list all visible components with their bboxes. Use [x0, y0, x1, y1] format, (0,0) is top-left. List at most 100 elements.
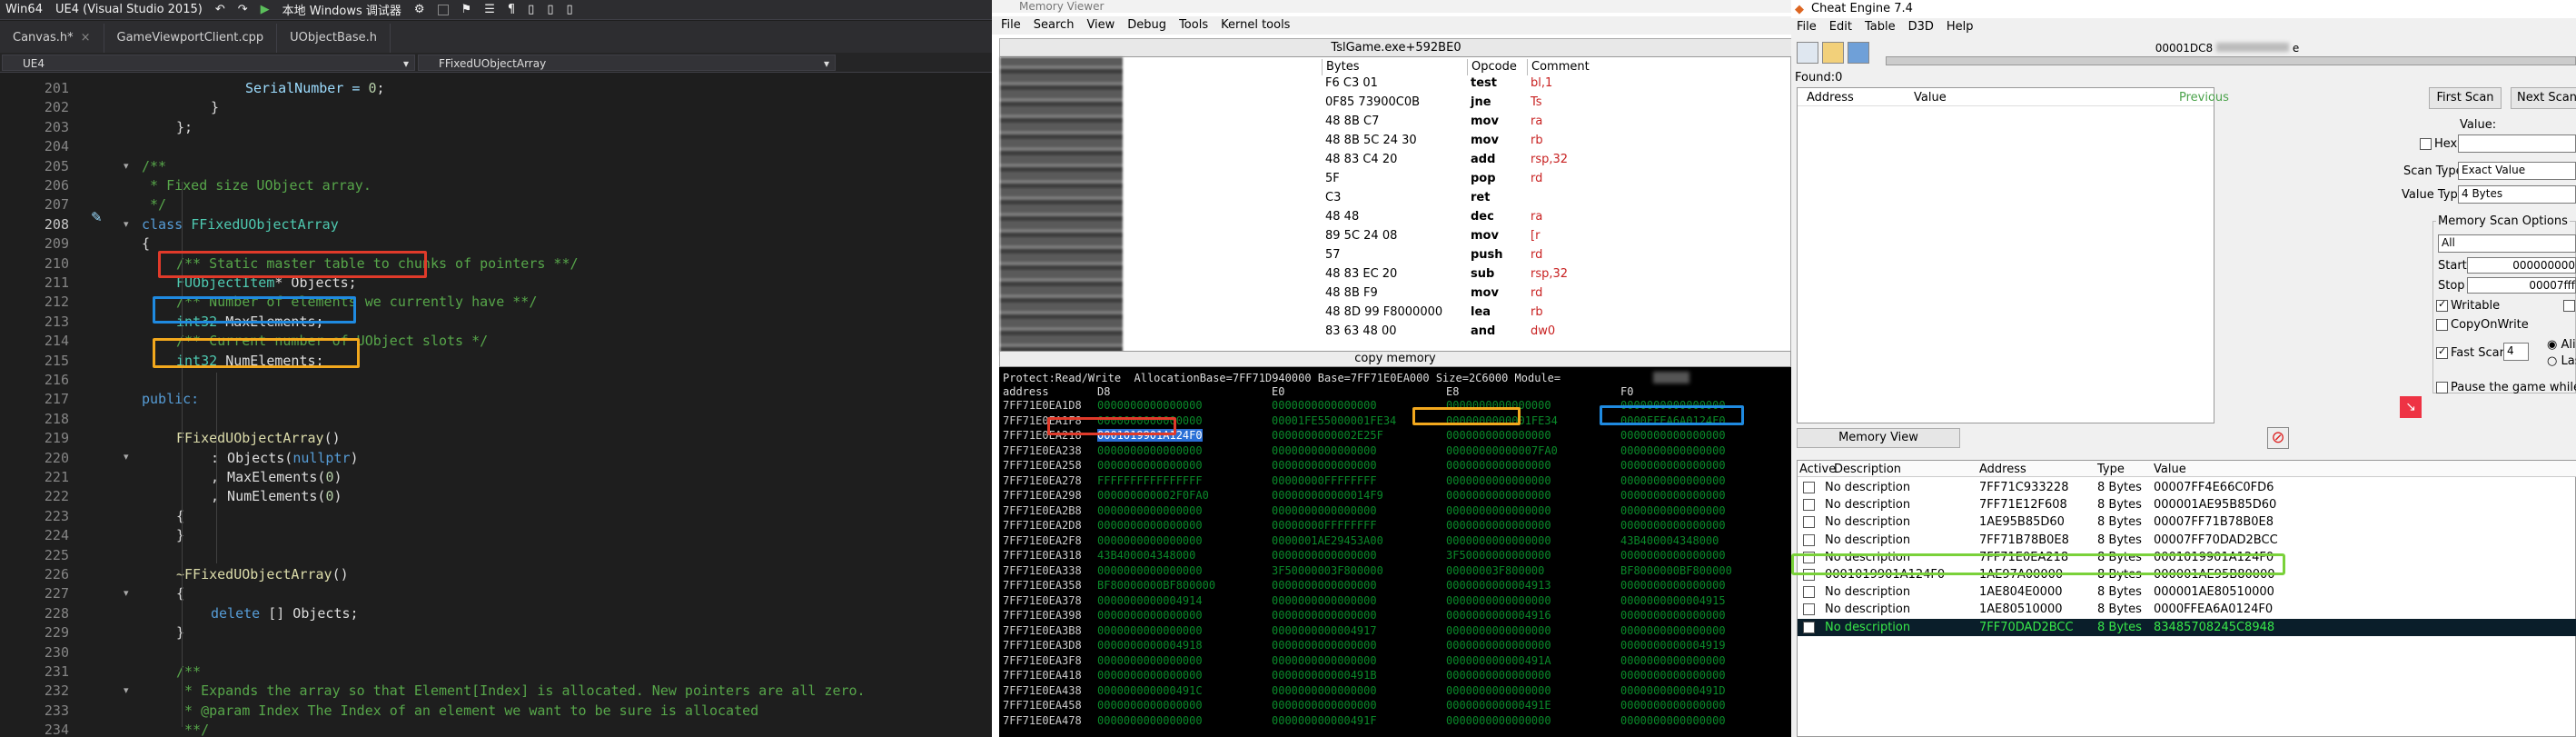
hex-value[interactable]: BF80000000BF800000 — [1097, 579, 1215, 592]
hex-value[interactable]: 000000000000014F9 — [1272, 489, 1383, 502]
writable-checkbox[interactable]: ✓ — [2436, 298, 2448, 312]
hex-value[interactable]: 0000000000000000 — [1097, 444, 1203, 457]
disasm-row[interactable]: 57 push rd — [1000, 247, 1792, 264]
hex-value[interactable]: 0000000000000000 — [1446, 669, 1551, 682]
open-process-icon[interactable] — [1797, 42, 1818, 64]
code-line[interactable]: delete [] Objects; — [211, 605, 359, 622]
hex-value[interactable]: 0000001AE29453A00 — [1272, 534, 1383, 547]
scope-dropdown[interactable]: FFixedUObjectArray ▾ — [418, 55, 836, 71]
hex-value[interactable]: 00000000000007FA0 — [1446, 444, 1558, 457]
code-line[interactable]: /** — [176, 663, 201, 680]
address-table-row[interactable]: No description 7FF70DAD2BCC 8 Bytes 8348570… — [1798, 618, 2576, 636]
next-scan-button[interactable]: Next Scan — [2511, 87, 2576, 109]
disasm-row[interactable]: 0F85 73900C0B jne Ts — [1000, 95, 1792, 111]
hex-value[interactable]: 00000000FFFFFFFF — [1272, 474, 1377, 487]
menu-kernel-tools[interactable]: Kernel tools — [1221, 16, 1290, 35]
executable-checkbox[interactable] — [2563, 300, 2575, 312]
disasm-row[interactable]: 48 83 C4 20 add rsp,32 — [1000, 152, 1792, 168]
hex-value[interactable]: 0000000000000000 — [1620, 669, 1726, 682]
menu-help[interactable]: Help — [1947, 18, 1974, 36]
col-value[interactable]: Value — [1914, 91, 1947, 105]
hex-value[interactable]: 3F50000003F800000 — [1272, 564, 1383, 577]
hex-value[interactable]: 0000000000000000 — [1097, 564, 1203, 577]
hex-value[interactable]: 0000000000004918 — [1097, 639, 1203, 652]
hex-value[interactable]: 0000000000000000 — [1097, 459, 1203, 472]
hex-value[interactable]: 0000000000000000 — [1272, 459, 1377, 472]
col-value[interactable]: Value — [2154, 463, 2186, 476]
hex-value[interactable]: 0000000000000000 — [1272, 549, 1377, 562]
hex-value[interactable]: 0000000000000000 — [1097, 534, 1203, 547]
hex-value[interactable]: 0000000000002E25F — [1272, 429, 1383, 442]
code-line[interactable]: SerialNumber = 0; — [245, 80, 385, 96]
hex-value[interactable]: 0000000000000000 — [1620, 549, 1726, 562]
memory-region-select[interactable]: All — [2438, 234, 2576, 253]
address-table-row[interactable]: No description 7FF71B78B0E8 8 Bytes 00007FF… — [1798, 532, 2576, 549]
hex-checkbox[interactable] — [2420, 138, 2432, 150]
stop-address-input[interactable]: 00007fff — [2467, 277, 2576, 294]
tab-gameviewport[interactable]: GameViewportClient.cpp — [104, 24, 278, 53]
col-type[interactable]: Type — [2097, 463, 2125, 476]
active-checkbox[interactable] — [1803, 482, 1815, 493]
hex-value[interactable]: 0000000000000000 — [1620, 624, 1726, 637]
disasm-row[interactable]: 5F pop rd — [1000, 171, 1792, 187]
hex-value[interactable]: 0000000000000000 — [1097, 519, 1203, 532]
comment-icon[interactable]: ¶ — [508, 3, 515, 16]
disasm-row[interactable]: 83 63 48 00 and dw0 — [1000, 324, 1792, 340]
flag-icon[interactable]: ⚑ — [461, 3, 472, 16]
address-table-row[interactable]: No description 1AE95B85D60 8 Bytes 00007FF7… — [1798, 513, 2576, 531]
hex-value[interactable]: 0000000000000000 — [1272, 579, 1377, 592]
hex-value[interactable]: 0000000000004916 — [1446, 609, 1551, 622]
disasm-row[interactable]: 48 8B F9 mov rd — [1000, 285, 1792, 302]
hex-value[interactable]: 000000000000491F — [1272, 714, 1377, 727]
project-select[interactable]: UE4 (Visual Studio 2015) — [55, 3, 203, 16]
code-editor[interactable]: SerialNumber = 0;}}; /** * Fixed size UOb… — [0, 73, 992, 737]
value-type-select[interactable]: 4 Bytes — [2458, 185, 2576, 204]
start-address-input[interactable]: 000000000 — [2467, 257, 2576, 274]
hex-value[interactable]: 0000000000000000 — [1446, 474, 1551, 487]
hex-value[interactable]: 0000000000000000 — [1446, 489, 1551, 502]
debugger-select[interactable]: 本地 Windows 调试器 — [282, 1, 401, 18]
code-line[interactable]: FFixedUObjectArray() — [176, 430, 341, 446]
address-table-row[interactable]: No description 1AE804E0000 8 Bytes 000001AE… — [1798, 583, 2576, 601]
code-line[interactable]: * @param Index The Index of an element w… — [176, 702, 758, 719]
hex-value[interactable]: 0000000000004917 — [1272, 624, 1377, 637]
hex-value[interactable]: 0000000000000000 — [1446, 639, 1551, 652]
hex-value[interactable]: 0000000000000000 — [1620, 459, 1726, 472]
active-checkbox[interactable] — [1803, 499, 1815, 512]
hex-value[interactable]: 000000000000491E — [1446, 699, 1551, 712]
hex-value[interactable]: 0000000000000000 — [1097, 504, 1203, 517]
hex-value[interactable]: 00000000FFFFFFFF — [1272, 519, 1377, 532]
address-table-row[interactable]: No description 7FF71C933228 8 Bytes 00007FF… — [1798, 479, 2576, 496]
save-icon[interactable] — [1848, 42, 1869, 64]
fold-icon[interactable]: ▾ — [124, 684, 133, 696]
disasm-row[interactable]: 89 5C 24 08 mov [r — [1000, 228, 1792, 244]
hex-value[interactable]: 0000000000000000 — [1446, 624, 1551, 637]
col-active[interactable]: Active — [1799, 463, 1836, 476]
opcode-header[interactable]: Opcode — [1467, 59, 1527, 75]
active-checkbox[interactable] — [1803, 621, 1815, 633]
menu-debug[interactable]: Debug — [1127, 16, 1166, 35]
hex-value[interactable]: 0000000000000000 — [1097, 714, 1203, 727]
hex-value[interactable]: 0000000000000000 — [1272, 684, 1377, 697]
code-line[interactable]: * Expands the array so that Element[Inde… — [176, 682, 866, 699]
col-previous[interactable]: Previous — [2179, 91, 2229, 105]
fold-icon[interactable]: ▾ — [124, 218, 133, 230]
menu-search[interactable]: Search — [1034, 16, 1075, 35]
copyonwrite-checkbox[interactable] — [2436, 319, 2448, 331]
bookmark-icon[interactable]: ▯ — [528, 3, 534, 16]
found-list[interactable]: Address Value Previous — [1797, 87, 2229, 423]
hex-view[interactable]: Protect:Read/Write AllocationBase=7FF71D… — [999, 367, 1791, 737]
hex-value[interactable]: 0000000000000000 — [1446, 684, 1551, 697]
hex-value[interactable]: 0000000000000000 — [1620, 444, 1726, 457]
hex-value[interactable]: 0000000000000000 — [1272, 504, 1377, 517]
hex-value[interactable]: 0000000000000000 — [1446, 594, 1551, 607]
redo-icon[interactable]: ↷ — [238, 3, 248, 16]
scan-type-select[interactable]: Exact Value — [2458, 162, 2576, 180]
arrow-icon[interactable]: ↘ — [2400, 396, 2422, 418]
hex-value[interactable]: 0000000000000000 — [1272, 609, 1377, 622]
hex-value[interactable]: 000000000000491C — [1097, 684, 1203, 697]
comment-header[interactable]: Comment — [1527, 59, 1790, 75]
hex-value[interactable]: 0000000000000000 — [1620, 699, 1726, 712]
hex-value[interactable]: 0000000000000000 — [1620, 504, 1726, 517]
code-line[interactable]: class FFixedUObjectArray — [142, 216, 339, 233]
